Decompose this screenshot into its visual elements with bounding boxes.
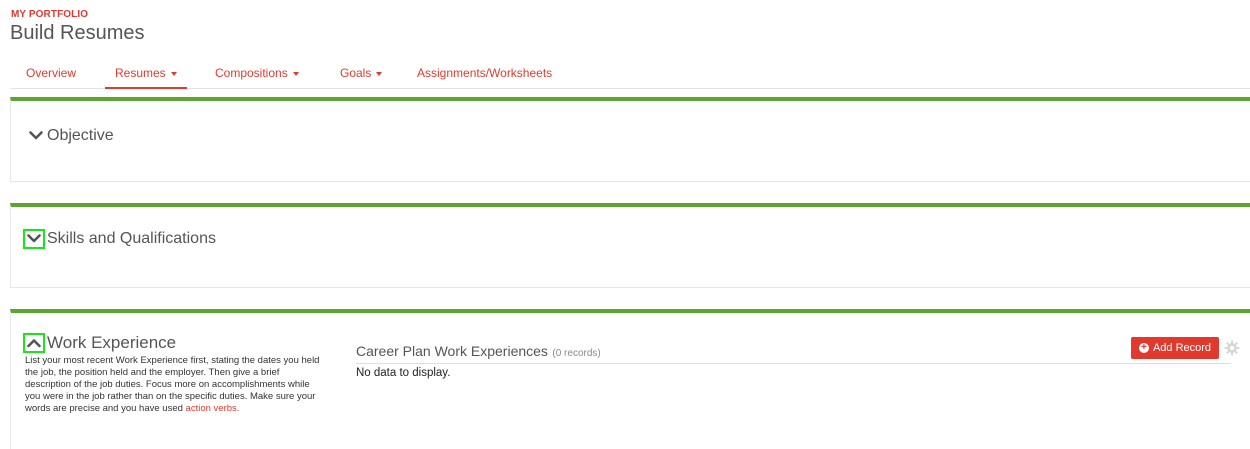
empty-state-text: No data to display. (356, 367, 451, 379)
tab-bar: Overview Resumes Compositions Goals Assi… (10, 58, 1250, 89)
add-record-label: Add Record (1152, 342, 1212, 354)
plus-circle-icon: + (1138, 343, 1149, 353)
page-title: Build Resumes (10, 22, 145, 44)
records-title: Career Plan Work Experiences (356, 343, 548, 359)
skills-title: Skills and Qualifications (47, 230, 216, 247)
tab-assignments-worksheets[interactable]: Assignments/Worksheets (417, 66, 552, 80)
add-record-button[interactable]: + Add Record (1131, 337, 1219, 359)
action-verbs-link[interactable]: action verbs. (186, 403, 240, 414)
tab-resumes[interactable]: Resumes (105, 66, 187, 89)
gear-icon[interactable] (1224, 340, 1240, 356)
caret-down-icon (292, 71, 299, 76)
work-experience-description: List your most recent Work Experience fi… (25, 355, 320, 414)
work-experience-panel: Work Experience List your most recent Wo… (10, 309, 1250, 449)
records-count: (0 records) (552, 348, 601, 359)
caret-down-icon (170, 71, 177, 76)
skills-panel: Skills and Qualifications (10, 203, 1250, 288)
skills-toggle[interactable]: Skills and Qualifications (23, 229, 216, 249)
tab-compositions[interactable]: Compositions (215, 66, 299, 80)
work-experience-toggle[interactable]: Work Experience (23, 333, 176, 353)
objective-title: Objective (47, 127, 114, 144)
work-experience-title: Work Experience (47, 333, 177, 352)
chevron-up-icon[interactable] (23, 333, 45, 353)
caret-down-icon (376, 71, 383, 76)
records-header: Career Plan Work Experiences (0 records) (356, 343, 1231, 364)
chevron-down-icon (27, 127, 45, 145)
portfolio-eyebrow: MY PORTFOLIO (11, 9, 89, 20)
chevron-down-icon[interactable] (23, 229, 45, 249)
objective-toggle[interactable]: Objective (27, 127, 114, 145)
objective-panel: Objective (10, 97, 1250, 182)
tab-goals[interactable]: Goals (340, 66, 383, 80)
tab-overview[interactable]: Overview (26, 66, 76, 80)
